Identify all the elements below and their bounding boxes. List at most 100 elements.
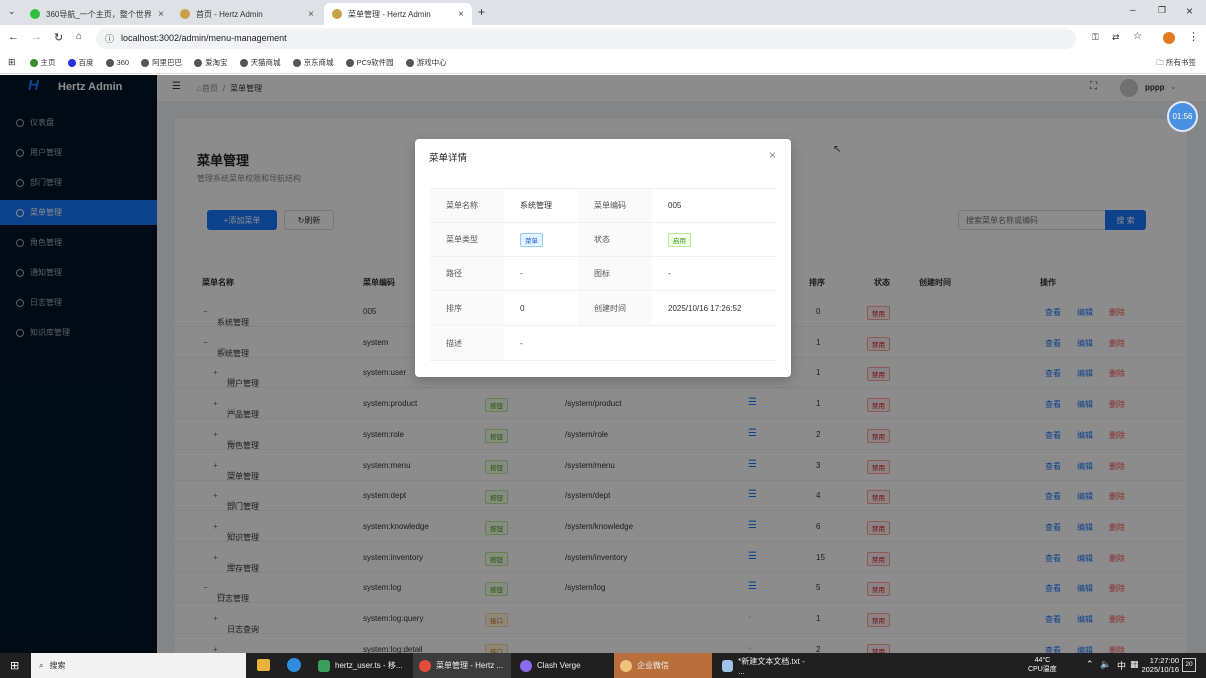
forward-icon[interactable]: → (31, 31, 42, 43)
bookmark-icon (194, 58, 203, 67)
temp-value: 44°C (1034, 657, 1051, 664)
browser-tab-2[interactable]: 首页 - Hertz Admin × (172, 3, 322, 25)
bookmark-item[interactable]: PC9软件园 (345, 57, 394, 68)
file-explorer-icon[interactable] (257, 659, 270, 671)
temp-label: CPU温度 (1028, 666, 1057, 673)
vscode-icon (318, 659, 330, 672)
ime-indicator[interactable]: 中 (1117, 659, 1126, 672)
status-tag: 启用 (668, 232, 691, 247)
bookmark-label: 百度 (78, 58, 94, 67)
detail-value: 菜单 (504, 223, 578, 257)
back-icon[interactable]: ← (8, 31, 19, 43)
taskbar-item[interactable]: *新建文本文档.txt - ... (716, 653, 814, 678)
taskbar-search-label: 搜索 (49, 661, 66, 670)
bookmark-item[interactable]: 游戏中心 (405, 57, 447, 68)
windows-taskbar: ⊞ ⌕ 搜索 hertz_user.ts - 移... 菜单管理 - Hertz… (0, 653, 1206, 678)
site-info-icon[interactable]: ⓘ (105, 32, 114, 45)
bookmark-label: 爱淘宝 (205, 58, 228, 67)
reload-icon[interactable]: ↻ (54, 31, 63, 44)
taskbar-item[interactable]: Clash Verge (514, 653, 612, 678)
chevron-up-icon[interactable]: ⌃ (1086, 659, 1094, 670)
all-bookmarks-label: 所有书签 (1166, 58, 1196, 67)
notification-center-icon[interactable]: 20 (1182, 658, 1196, 672)
bookmark-item[interactable]: 京东商城 (292, 57, 334, 68)
detail-label: 菜单名称 (430, 189, 504, 223)
bookmark-label: 主页 (40, 58, 56, 67)
bookmark-item[interactable]: 阿里巴巴 (141, 57, 182, 68)
cpu-temp-widget[interactable]: 44°C CPU温度 (1028, 656, 1057, 674)
volume-icon[interactable]: 🔈 (1100, 659, 1111, 670)
mouse-cursor-icon: ↖ (833, 144, 842, 155)
tab-favicon-icon (180, 9, 190, 19)
bookmark-icon (105, 58, 114, 67)
notepad-icon (722, 659, 734, 672)
bookmark-item[interactable]: 360 (105, 58, 130, 67)
bookmark-icon (345, 58, 354, 67)
close-icon[interactable]: × (769, 148, 776, 162)
tab-label: 首页 - Hertz Admin (196, 9, 263, 19)
key-icon[interactable]: ⚿ (1092, 32, 1099, 43)
tab-favicon-icon (30, 9, 40, 19)
detail-value: - (504, 257, 578, 291)
minimize-button[interactable]: – (1130, 5, 1136, 16)
browser-tab-3[interactable]: 菜单管理 - Hertz Admin × (324, 3, 472, 25)
detail-label: 菜单编码 (578, 189, 652, 223)
star-icon[interactable]: ☆ (1133, 31, 1142, 42)
close-icon[interactable]: × (458, 9, 464, 20)
url-field[interactable]: ⓘ localhost:3002/admin/menu-management (96, 28, 1076, 49)
taskbar-item-label: 企业微信 (637, 661, 669, 670)
menu-icon[interactable]: ⋮ (1188, 30, 1199, 43)
translate-icon[interactable]: ⇄ (1112, 32, 1120, 43)
detail-value: 2025/10/16 17:26:52 (652, 292, 776, 326)
chrome-icon (419, 659, 431, 672)
detail-label: 排序 (430, 292, 504, 326)
type-tag: 菜单 (520, 232, 543, 247)
maximize-button[interactable]: ❐ (1158, 5, 1166, 16)
close-icon[interactable]: × (308, 9, 314, 20)
browser-tabbar: ⌄ 360导航_一个主页，整个世界 × 首页 - Hertz Admin × 菜… (0, 0, 1206, 25)
detail-table: 菜单名称 系统管理 菜单编码 005 菜单类型 菜单 状态 启用 路径 - 图标… (430, 188, 776, 362)
browser-tab-1[interactable]: 360导航_一个主页，整个世界 × (22, 3, 172, 25)
detail-value: 005 (652, 189, 776, 223)
detail-label: 状态 (578, 223, 652, 257)
bookmark-item[interactable]: 天猫商城 (239, 57, 281, 68)
tab-search-icon[interactable]: ⌄ (8, 6, 16, 17)
detail-value: 0 (504, 292, 578, 326)
profile-avatar[interactable] (1163, 32, 1175, 44)
bookmark-item[interactable]: 爱淘宝 (194, 57, 228, 68)
close-icon[interactable]: × (158, 9, 164, 20)
bookmark-icon (141, 58, 150, 67)
detail-label: 路径 (430, 257, 504, 291)
taskbar-item[interactable]: 企业微信 (614, 653, 712, 678)
bookmark-label: PC9软件园 (356, 58, 394, 67)
timer-badge[interactable]: 01:56 (1167, 101, 1198, 132)
bookmark-icon (29, 58, 38, 67)
window-close-button[interactable]: × (1186, 4, 1193, 18)
home-icon[interactable]: ⌂ (76, 31, 82, 42)
windows-start-icon[interactable]: ⊞ (10, 659, 19, 672)
bookmark-icon (67, 58, 76, 67)
all-bookmarks[interactable]: 🗀 所有书签 (1156, 57, 1196, 70)
new-tab-button[interactable]: + (478, 5, 485, 19)
bookmark-item[interactable]: 百度 (67, 57, 94, 68)
url-text: localhost:3002/admin/menu-management (121, 33, 287, 43)
tab-label: 360导航_一个主页，整个世界 (46, 9, 152, 19)
bookmarks-bar: ⊞ 主页 百度 360 阿里巴巴 爱淘宝 天猫商城 京东商城 PC9软件园 游戏… (0, 52, 1206, 74)
taskbar-item-active[interactable]: 菜单管理 - Hertz ... (413, 653, 511, 678)
apps-icon[interactable]: ⊞ (8, 57, 16, 68)
edge-icon[interactable] (287, 658, 301, 672)
tab-favicon-icon (332, 9, 342, 19)
clock-date: 2025/10/16 (1141, 665, 1179, 674)
bookmark-label: 阿里巴巴 (152, 58, 183, 67)
detail-label: 创建时间 (578, 292, 652, 326)
bookmark-icon (292, 58, 301, 67)
bookmark-label: 360 (116, 58, 130, 67)
detail-value: - (504, 327, 776, 361)
detail-label: 图标 (578, 257, 652, 291)
clock[interactable]: 17:27:00 2025/10/16 (1127, 656, 1179, 674)
bookmark-label: 天猫商城 (250, 58, 281, 67)
bookmark-item[interactable]: 主页 (29, 57, 56, 68)
taskbar-item[interactable]: hertz_user.ts - 移... (312, 653, 410, 678)
taskbar-search[interactable]: ⌕ 搜索 (31, 653, 246, 678)
detail-value: - (652, 257, 776, 291)
